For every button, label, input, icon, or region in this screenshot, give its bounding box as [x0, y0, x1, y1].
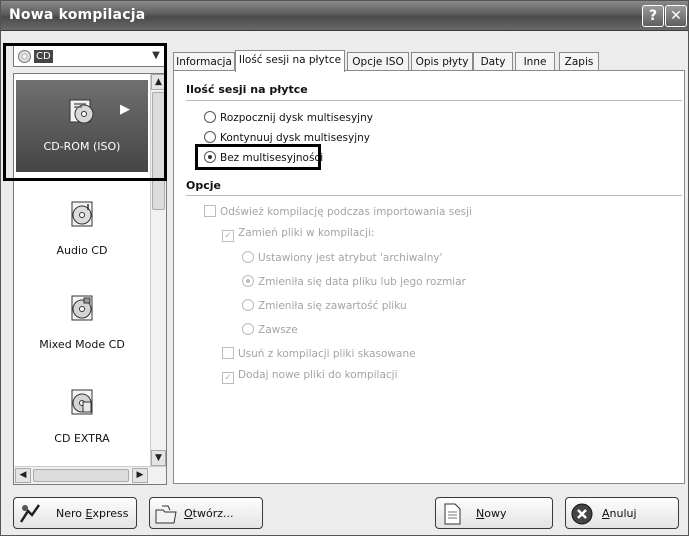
- cancel-button[interactable]: Anuluj: [565, 497, 679, 529]
- help-icon: ?: [648, 8, 658, 24]
- title-bar[interactable]: Nowa kompilacja ? ✕: [1, 1, 688, 31]
- list-item-cd-rom-iso[interactable]: ▶ CD-ROM (ISO): [16, 80, 148, 172]
- new-document-icon: [444, 503, 461, 525]
- session-section-title: Ilość sesji na płytce: [186, 83, 308, 96]
- close-button[interactable]: ✕: [665, 5, 687, 27]
- list-item-label: Audio CD: [56, 244, 108, 257]
- chevron-down-icon[interactable]: ▼: [148, 48, 164, 64]
- open-button[interactable]: Otwórz...: [149, 497, 263, 529]
- audio-cd-icon: [71, 201, 93, 227]
- horizontal-scroll-thumb[interactable]: [33, 469, 129, 482]
- tab-zapis[interactable]: Zapis: [559, 52, 599, 71]
- radio-start-multisession[interactable]: Rozpocznij dysk multisesyjny: [204, 111, 373, 124]
- session-divider: [186, 100, 682, 101]
- radio-circle[interactable]: [242, 275, 254, 287]
- open-folder-icon: [155, 505, 177, 524]
- checkbox-box[interactable]: [222, 347, 234, 359]
- tab-daty[interactable]: Daty: [473, 52, 513, 71]
- list-item-audio-cd[interactable]: Audio CD: [16, 184, 148, 276]
- scroll-up-icon[interactable]: ▲: [151, 74, 166, 90]
- radio-circle[interactable]: [204, 131, 216, 143]
- mixed-mode-cd-icon: [71, 295, 93, 321]
- scroll-down-icon[interactable]: ▼: [151, 450, 166, 466]
- radio-circle[interactable]: [242, 299, 254, 311]
- list-item-mixed-mode-cd[interactable]: Mixed Mode CD: [16, 278, 148, 370]
- cancel-x-icon: [571, 503, 593, 525]
- tab-ilosc-sesji[interactable]: Ilość sesji na płytce: [235, 50, 345, 72]
- radio-content-changed[interactable]: Zmieniła się zawartość pliku: [242, 299, 407, 312]
- checkbox-box[interactable]: [204, 205, 216, 217]
- radio-circle[interactable]: [204, 151, 216, 163]
- vertical-scrollbar[interactable]: ▲ ▼: [150, 74, 166, 466]
- close-icon: ✕: [670, 8, 682, 24]
- nero-express-icon: [19, 504, 41, 523]
- tab-inne[interactable]: Inne: [515, 52, 555, 71]
- options-divider: [186, 195, 682, 196]
- help-button[interactable]: ?: [642, 5, 664, 27]
- new-button[interactable]: Nowy: [435, 497, 553, 529]
- window-title: Nowa kompilacja: [9, 7, 146, 23]
- scroll-right-icon[interactable]: ▶: [132, 468, 148, 483]
- disc-type-dropdown[interactable]: CD ▼: [13, 45, 167, 67]
- radio-no-multisession[interactable]: Bez multisesyjności: [204, 151, 323, 164]
- options-section-title: Opcje: [186, 179, 221, 192]
- radio-date-size-changed[interactable]: Zmieniła się data pliku lub jego rozmiar: [242, 275, 466, 288]
- radio-circle[interactable]: [204, 111, 216, 123]
- radio-circle[interactable]: [242, 323, 254, 335]
- cd-rom-iso-icon: [69, 99, 94, 124]
- horizontal-scrollbar[interactable]: ◀ ▶: [14, 466, 166, 484]
- chevron-right-icon: ▶: [120, 102, 130, 117]
- radio-always[interactable]: Zawsze: [242, 323, 298, 336]
- radio-circle[interactable]: [242, 251, 254, 263]
- compilation-type-list[interactable]: ▶ CD-ROM (ISO) Audio CD Mixed Mode CD CD…: [13, 73, 167, 485]
- list-item-label: CD EXTRA: [54, 432, 110, 445]
- list-item-cd-extra[interactable]: CD EXTRA: [16, 372, 148, 464]
- tab-informacja[interactable]: Informacja: [173, 52, 235, 71]
- compilation-type-panel: CD ▼ ▶ CD-ROM (ISO) Audio CD Mixed Mode …: [13, 45, 167, 485]
- radio-archive-attribute[interactable]: Ustawiony jest atrybut 'archiwalny': [242, 251, 442, 264]
- session-tab-panel: Ilość sesji na płytce Rozpocznij dysk mu…: [173, 70, 685, 484]
- checkbox-box[interactable]: ✓: [222, 230, 234, 242]
- list-item-label: CD-ROM (ISO): [43, 140, 121, 153]
- list-item-label: Mixed Mode CD: [39, 338, 125, 351]
- checkbox-remove-deleted[interactable]: Usuń z kompilacji pliki skasowane: [222, 347, 416, 360]
- checkbox-box[interactable]: ✓: [222, 372, 234, 384]
- tab-opcje-iso[interactable]: Opcje ISO: [347, 52, 409, 71]
- checkbox-add-new-files[interactable]: ✓ Dodaj nowe pliki do kompilacji: [222, 369, 398, 384]
- radio-continue-multisession[interactable]: Kontynuuj dysk multisesyjny: [204, 131, 370, 144]
- nero-express-button[interactable]: Nero Express: [13, 497, 137, 529]
- cd-extra-icon: [71, 389, 93, 415]
- checkbox-replace-files[interactable]: ✓ Zamień pliki w kompilacji:: [222, 227, 374, 242]
- vertical-scroll-thumb[interactable]: [152, 92, 165, 210]
- checkbox-refresh-compilation[interactable]: Odśwież kompilację podczas importowania …: [204, 205, 472, 218]
- tab-opis-plyty[interactable]: Opis płyty: [411, 52, 473, 71]
- disc-type-value: CD: [34, 50, 53, 63]
- cd-disc-icon: [18, 50, 31, 63]
- new-compilation-dialog: Nowa kompilacja ? ✕ CD ▼ ▶ CD-ROM (ISO) …: [0, 0, 689, 536]
- scroll-left-icon[interactable]: ◀: [15, 468, 31, 483]
